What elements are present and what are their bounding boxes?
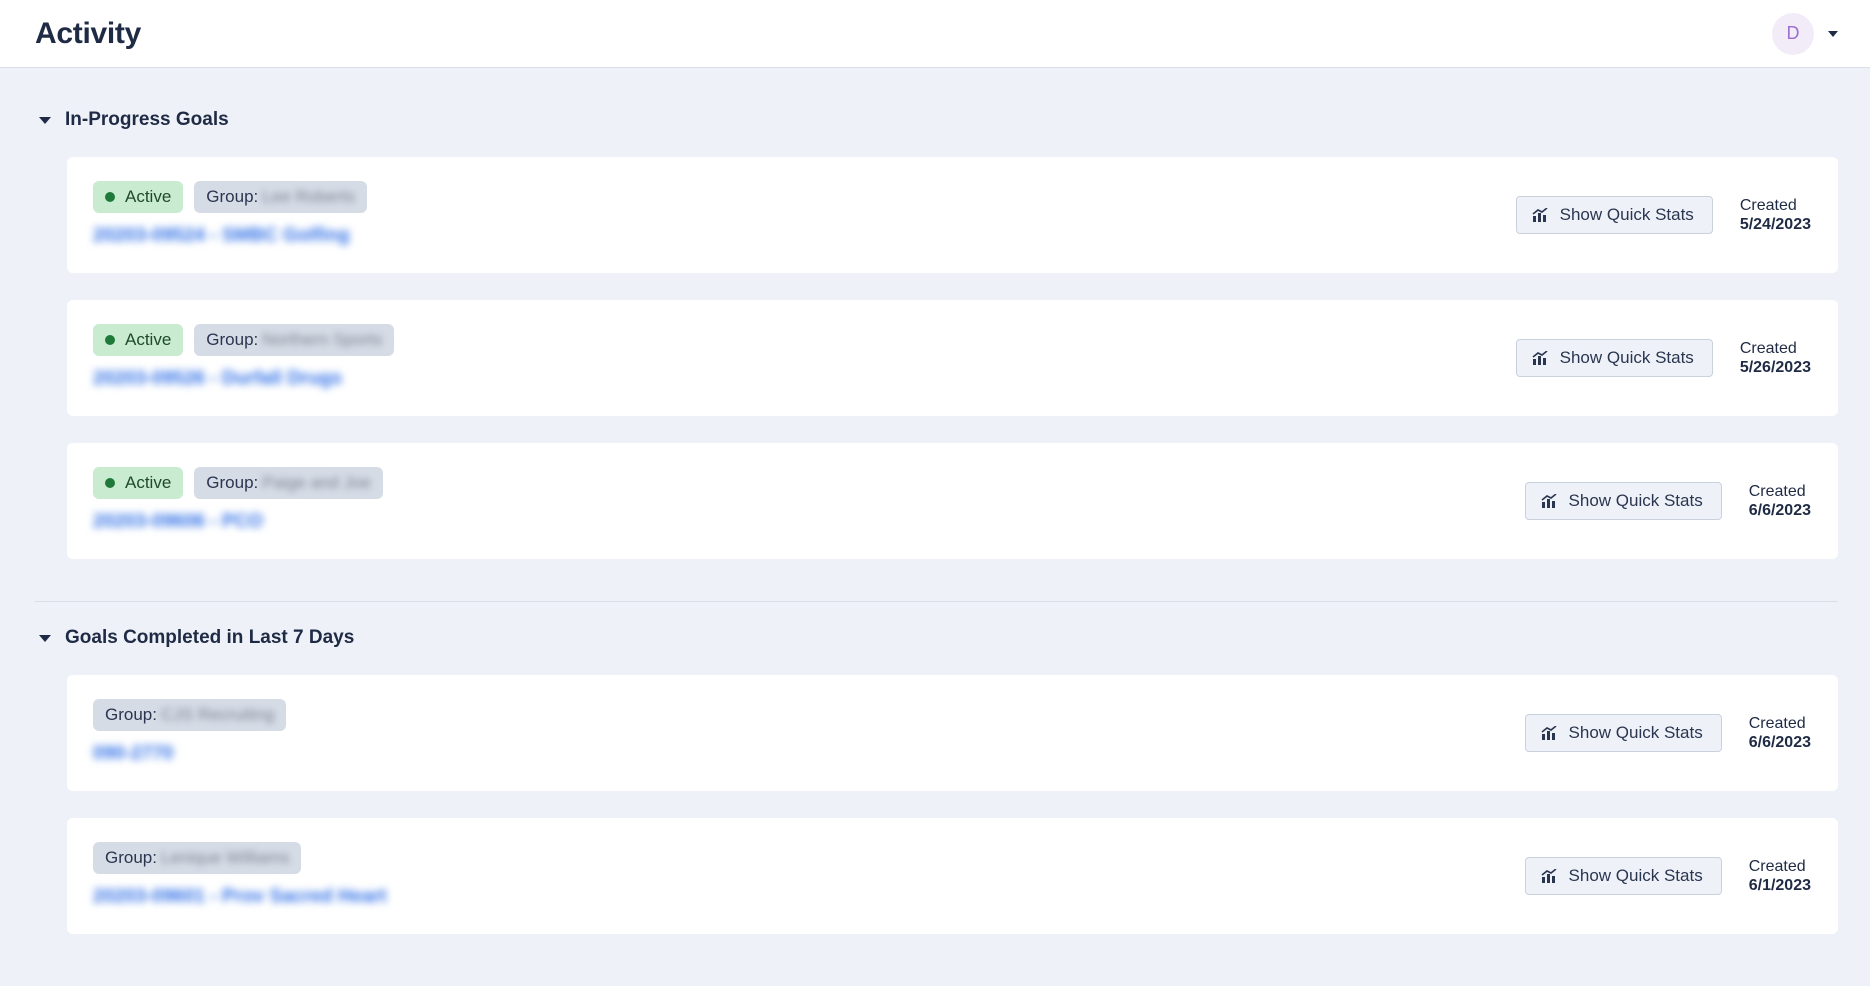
- bar-chart-icon: [1532, 351, 1548, 365]
- goal-card: Active Group: Paige and Joe 20203-09606 …: [67, 443, 1838, 559]
- status-badge: Active: [93, 181, 184, 213]
- bar-chart-icon: [1541, 869, 1557, 883]
- goal-link[interactable]: 090-2770: [93, 743, 286, 767]
- created-date: 6/1/2023: [1748, 877, 1811, 894]
- goal-link[interactable]: 20203-09524 - SMBC Golfing: [93, 225, 367, 249]
- bar-chart-icon: [1541, 726, 1557, 740]
- created-info: Created 6/1/2023: [1748, 858, 1811, 894]
- created-date: 6/6/2023: [1748, 734, 1811, 751]
- caret-down-icon[interactable]: [39, 634, 51, 642]
- goal-link[interactable]: 20203-09601 - Prov Sacred Heart: [93, 886, 387, 910]
- top-bar: Activity D: [0, 0, 1870, 68]
- goal-link[interactable]: 20203-09526 - Durfall Drugs: [93, 368, 394, 392]
- caret-down-icon[interactable]: [39, 116, 51, 124]
- section-header[interactable]: In-Progress Goals: [35, 103, 1838, 137]
- group-badge: Group: Paige and Joe: [194, 467, 383, 499]
- show-quick-stats-button[interactable]: Show Quick Stats: [1524, 714, 1722, 752]
- created-info: Created 6/6/2023: [1748, 715, 1811, 751]
- goal-link[interactable]: 20203-09606 - PCO: [93, 511, 383, 535]
- group-name: Lenique Williams: [160, 848, 290, 867]
- section-in-progress: In-Progress Goals Active Group: Lee Robe…: [35, 68, 1838, 559]
- group-name: Paige and Joe: [262, 473, 371, 492]
- caret-down-icon[interactable]: [1828, 30, 1838, 37]
- group-badge: Group: CJS Recruiting: [93, 699, 287, 731]
- created-info: Created 5/24/2023: [1739, 197, 1811, 233]
- group-badge: Group: Lee Roberts: [194, 181, 367, 213]
- created-date: 5/24/2023: [1739, 216, 1811, 233]
- status-dot-icon: [105, 335, 115, 345]
- user-menu[interactable]: D: [1772, 12, 1838, 55]
- group-name: CJS Recruiting: [160, 705, 275, 724]
- section-header[interactable]: Goals Completed in Last 7 Days: [35, 621, 1838, 655]
- goal-card: Active Group: Lee Roberts 20203-09524 - …: [67, 157, 1838, 273]
- goal-card: Active Group: Northern Sports 20203-0952…: [67, 300, 1838, 416]
- status-badge: Active: [93, 467, 184, 499]
- goal-card: Group: Lenique Williams 20203-09601 - Pr…: [67, 818, 1838, 934]
- show-quick-stats-button[interactable]: Show Quick Stats: [1524, 482, 1722, 520]
- show-quick-stats-button[interactable]: Show Quick Stats: [1515, 196, 1713, 234]
- status-dot-icon: [105, 192, 115, 202]
- avatar[interactable]: D: [1772, 12, 1814, 55]
- status-dot-icon: [105, 478, 115, 488]
- created-date: 6/6/2023: [1748, 502, 1811, 519]
- goal-card: Group: CJS Recruiting 090-2770 Show Quic…: [67, 675, 1838, 791]
- section-title: In-Progress Goals: [65, 109, 229, 130]
- status-badge: Active: [93, 324, 184, 356]
- created-info: Created 6/6/2023: [1748, 483, 1811, 519]
- group-name: Lee Roberts: [262, 187, 355, 206]
- show-quick-stats-button[interactable]: Show Quick Stats: [1515, 339, 1713, 377]
- section-completed: Goals Completed in Last 7 Days Group: CJ…: [35, 601, 1838, 934]
- created-date: 5/26/2023: [1739, 359, 1811, 376]
- main-content: In-Progress Goals Active Group: Lee Robe…: [0, 68, 1870, 934]
- group-name: Northern Sports: [262, 330, 383, 349]
- group-badge: Group: Lenique Williams: [93, 842, 302, 874]
- bar-chart-icon: [1541, 494, 1557, 508]
- group-badge: Group: Northern Sports: [194, 324, 395, 356]
- section-title: Goals Completed in Last 7 Days: [65, 627, 355, 648]
- created-info: Created 5/26/2023: [1739, 340, 1811, 376]
- page-title: Activity: [35, 16, 141, 50]
- show-quick-stats-button[interactable]: Show Quick Stats: [1524, 857, 1722, 895]
- bar-chart-icon: [1532, 208, 1548, 222]
